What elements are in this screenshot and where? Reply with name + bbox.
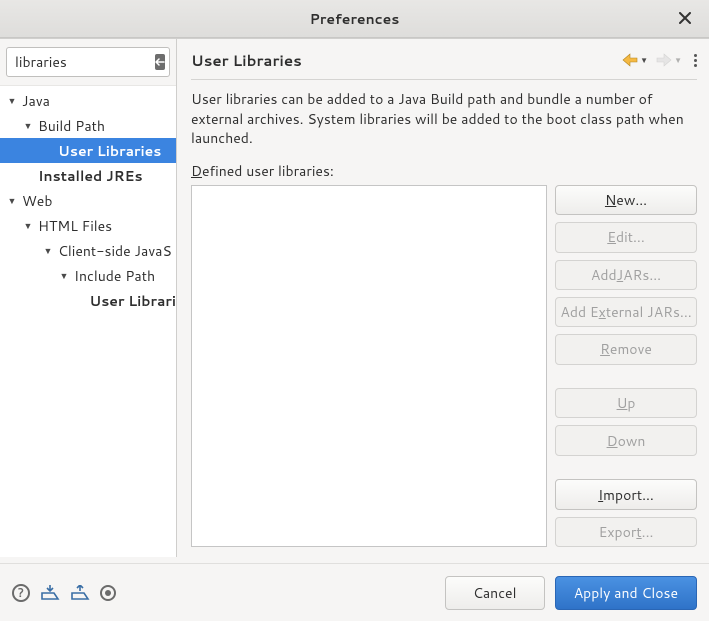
export-button: Export...	[555, 517, 697, 547]
page-description: User libraries can be added to a Java Bu…	[191, 90, 697, 149]
tree-item-html-files[interactable]: ▼ HTML Files	[0, 213, 176, 238]
titlebar: Preferences	[0, 0, 709, 38]
export-prefs-icon[interactable]	[70, 585, 90, 601]
apply-and-close-button[interactable]: Apply and Close	[555, 576, 697, 610]
tree-item-label: Include Path	[74, 266, 155, 286]
search-wrap	[0, 39, 176, 86]
expand-arrow-icon[interactable]: ▼	[58, 269, 70, 282]
expand-arrow-icon[interactable]: ▼	[6, 194, 18, 207]
expand-arrow-icon[interactable]: ▼	[22, 219, 34, 232]
footer: ? Cancel Apply and Close	[0, 563, 709, 621]
tree-item-label: User Libraries	[58, 141, 161, 161]
down-button: Down	[555, 425, 697, 455]
tree-item-user-librari[interactable]: User Librari	[0, 288, 176, 313]
back-menu-icon[interactable]: ▼	[640, 54, 648, 66]
expand-arrow-icon[interactable]: ▼	[6, 94, 18, 107]
tree-item-java[interactable]: ▼ Java	[0, 88, 176, 113]
tree-item-label: Client-side JavaS	[58, 241, 172, 261]
list-area: New... Edit... Add JARs... Add External …	[191, 185, 697, 547]
page-title: User Libraries	[191, 50, 302, 71]
main-header: User Libraries ▼ ▼	[191, 47, 697, 73]
help-icon[interactable]: ?	[12, 584, 30, 602]
preferences-tree[interactable]: ▼ Java ▼ Build Path User Libraries Installed …	[0, 86, 176, 557]
tree-item-label: Build Path	[38, 116, 105, 136]
tree-item-user-libraries[interactable]: User Libraries	[0, 138, 176, 163]
remove-button: Remove	[555, 334, 697, 364]
search-field[interactable]	[6, 47, 170, 77]
tree-item-label: HTML Files	[38, 216, 112, 236]
footer-left: ?	[12, 584, 116, 602]
import-button[interactable]: Import...	[555, 479, 697, 509]
cancel-button[interactable]: Cancel	[445, 576, 545, 610]
clear-search-icon[interactable]	[155, 54, 165, 70]
add-jars-button: Add JARs...	[555, 260, 697, 290]
tree-item-build-path[interactable]: ▼ Build Path	[0, 113, 176, 138]
tree-item-label: Installed JREs	[38, 166, 143, 186]
close-icon[interactable]	[675, 8, 695, 28]
footer-right: Cancel Apply and Close	[445, 576, 697, 610]
edit-button: Edit...	[555, 222, 697, 252]
expand-arrow-icon[interactable]: ▼	[42, 244, 54, 257]
add-external-jars-button: Add External JARs...	[555, 297, 697, 327]
tree-item-label: User Librari	[89, 291, 176, 311]
back-icon[interactable]	[622, 53, 638, 67]
forward-menu-icon[interactable]: ▼	[674, 54, 682, 66]
body: ▼ Java ▼ Build Path User Libraries Installed …	[0, 38, 709, 557]
main-panel: User Libraries ▼ ▼ User libraries can	[177, 39, 709, 557]
list-label: Defined user libraries:	[191, 161, 697, 181]
expand-arrow-icon[interactable]: ▼	[22, 119, 34, 132]
window-title: Preferences	[310, 9, 400, 29]
page-toolbar: ▼ ▼	[622, 53, 697, 67]
header-divider	[191, 79, 697, 80]
view-menu-icon[interactable]	[694, 54, 697, 67]
action-button-column: New... Edit... Add JARs... Add External …	[555, 185, 697, 547]
up-button: Up	[555, 388, 697, 418]
new-button[interactable]: New...	[555, 185, 697, 215]
tree-item-label: Java	[22, 91, 50, 111]
tree-item-include-path[interactable]: ▼ Include Path	[0, 263, 176, 288]
sidebar: ▼ Java ▼ Build Path User Libraries Installed …	[0, 39, 177, 557]
preferences-window: Preferences ▼ Java ▼ Build Path User Librari…	[0, 0, 709, 621]
user-libraries-list[interactable]	[191, 185, 547, 547]
tree-item-web[interactable]: ▼ Web	[0, 188, 176, 213]
search-input[interactable]	[13, 51, 155, 73]
import-prefs-icon[interactable]	[40, 585, 60, 601]
tree-item-installed-jres[interactable]: Installed JREs	[0, 163, 176, 188]
tree-item-label: Web	[22, 191, 52, 211]
tree-item-client-side-javas[interactable]: ▼ Client-side JavaS	[0, 238, 176, 263]
oomph-record-icon[interactable]	[100, 585, 116, 601]
forward-icon[interactable]	[656, 53, 672, 67]
